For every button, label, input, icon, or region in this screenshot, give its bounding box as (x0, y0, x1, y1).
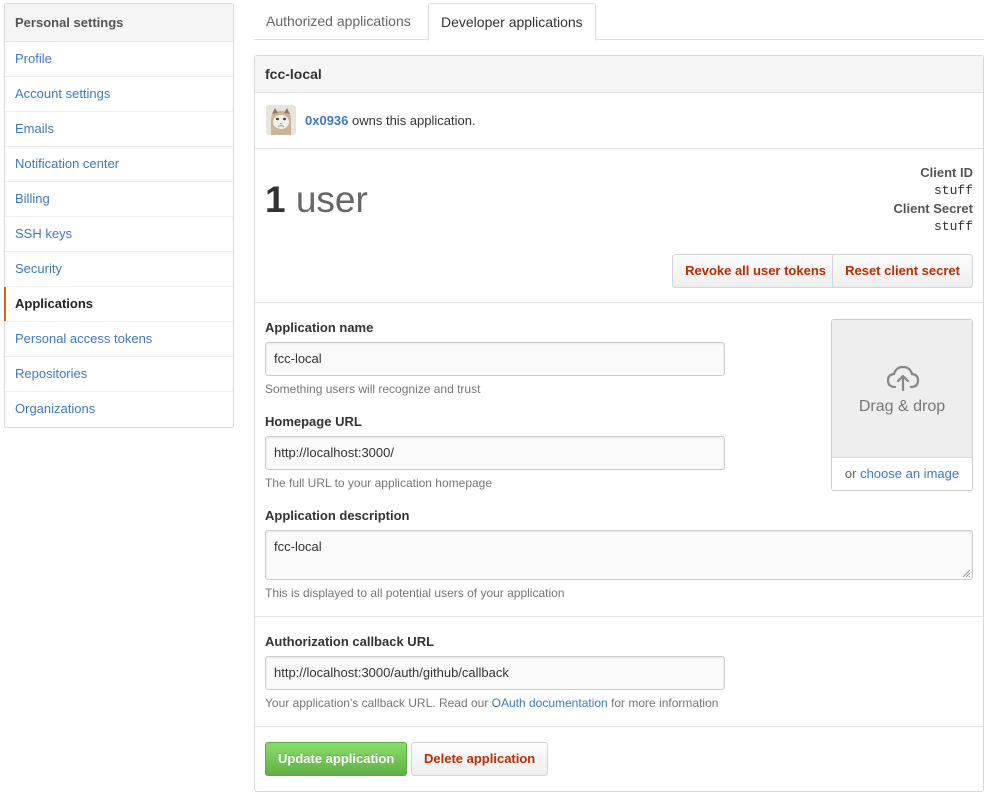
sidebar-item-billing[interactable]: Billing (5, 182, 233, 217)
sidebar-item-ssh-keys[interactable]: SSH keys (5, 217, 233, 252)
description-value: fcc-local (274, 539, 322, 554)
delete-application-button[interactable]: Delete application (411, 742, 549, 776)
app-name-label: Application name (265, 320, 374, 335)
user-count: 1 user (265, 179, 368, 221)
sidebar-item-personal-access-tokens[interactable]: Personal access tokens (5, 322, 233, 357)
homepage-url-hint: The full URL to your application homepag… (265, 476, 493, 490)
application-panel: fcc-local 0x0936 owns this application. … (254, 55, 984, 792)
sidebar-item-applications[interactable]: Applications (4, 287, 233, 322)
description-label: Application description (265, 508, 410, 523)
callback-section: Authorization callback URL http://localh… (255, 618, 983, 727)
update-application-button[interactable]: Update application (265, 742, 408, 776)
sidebar-item-account-settings[interactable]: Account settings (5, 77, 233, 112)
tab-authorized-applications[interactable]: Authorized applications (254, 3, 423, 40)
choose-image-prefix: or (844, 466, 861, 481)
sidebar-item-notification-center[interactable]: Notification center (5, 147, 233, 182)
sidebar-item-profile[interactable]: Profile (5, 42, 233, 77)
callback-hint-prefix: Your application's callback URL. Read ou… (265, 696, 492, 710)
callback-url-hint: Your application's callback URL. Read ou… (265, 696, 718, 710)
revoke-tokens-button[interactable]: Revoke all user tokens (672, 254, 839, 288)
app-name-hint: Something users will recognize and trust (265, 382, 481, 396)
choose-image-link[interactable]: choose an image (860, 466, 959, 481)
sidebar-item-emails[interactable]: Emails (5, 112, 233, 147)
user-count-word: user (285, 179, 368, 220)
sidebar-item-security[interactable]: Security (5, 252, 233, 287)
choose-image-row: or choose an image (832, 466, 972, 481)
callback-url-label: Authorization callback URL (265, 634, 435, 649)
dropzone-text: Drag & drop (858, 398, 946, 415)
application-tabs: Authorized applications Developer applic… (254, 3, 984, 41)
client-keys: Client ID stuff Client Secret stuff (894, 164, 973, 236)
application-form: Application name fcc-local Something use… (255, 304, 983, 617)
avatar[interactable] (266, 105, 296, 135)
resize-grip-icon[interactable] (962, 569, 970, 577)
sidebar-heading: Personal settings (5, 4, 233, 42)
reset-secret-button[interactable]: Reset client secret (832, 254, 973, 288)
description-hint: This is displayed to all potential users… (265, 586, 565, 600)
tab-developer-applications[interactable]: Developer applications (428, 3, 596, 41)
homepage-url-input[interactable]: http://localhost:3000/ (265, 436, 725, 470)
cloud-upload-icon (886, 365, 920, 391)
client-id-label: Client ID (920, 165, 973, 180)
callback-url-input[interactable]: http://localhost:3000/auth/github/callba… (265, 656, 725, 690)
owner-row: 0x0936 owns this application. (255, 93, 983, 149)
callback-hint-suffix: for more information (607, 696, 719, 710)
logo-dropzone[interactable]: Drag & drop or choose an image (831, 319, 973, 491)
client-id-value: stuff (933, 183, 973, 198)
dropzone-area[interactable]: Drag & drop (832, 320, 972, 458)
client-secret-label: Client Secret (893, 201, 973, 216)
client-secret-value: stuff (933, 219, 973, 234)
owner-text: 0x0936 owns this application. (305, 113, 476, 128)
description-textarea[interactable]: fcc-local (265, 530, 973, 580)
homepage-url-label: Homepage URL (265, 414, 362, 429)
user-count-number: 1 (265, 179, 286, 220)
application-title: fcc-local (255, 56, 983, 93)
owner-suffix: owns this application. (348, 113, 476, 128)
sidebar-item-repositories[interactable]: Repositories (5, 357, 233, 392)
sidebar-item-organizations[interactable]: Organizations (5, 392, 233, 427)
owner-link[interactable]: 0x0936 (305, 113, 348, 128)
settings-sidebar: Personal settings Profile Account settin… (4, 3, 234, 428)
stats-row: 1 user Client ID stuff Client Secret stu… (255, 149, 983, 303)
app-name-input[interactable]: fcc-local (265, 342, 725, 376)
oauth-docs-link[interactable]: OAuth documentation (492, 696, 608, 710)
